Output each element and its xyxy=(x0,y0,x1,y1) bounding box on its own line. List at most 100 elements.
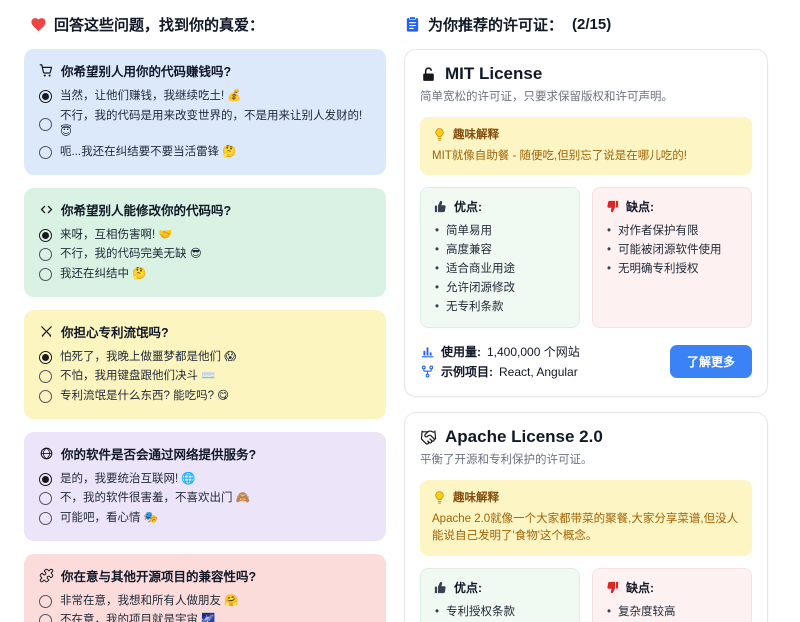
lightbulb-icon xyxy=(432,490,447,505)
question-title-text: 你希望别人能修改你的代码吗? xyxy=(61,200,231,219)
radio-option[interactable]: 非常在意，我想和所有人做朋友 🤗 xyxy=(39,593,371,610)
radio-button[interactable] xyxy=(39,390,52,403)
pros-cons-row: 优点: 简单易用 高度兼容 适合商业用途 允许闭源修改 无专利条款 缺点: xyxy=(420,187,752,328)
pros-title-row: 优点: xyxy=(433,198,567,215)
radio-option[interactable]: 不在意，我的项目就是宇宙 🌌 xyxy=(39,612,371,622)
question-title: 你担心专利流氓吗? xyxy=(39,322,371,341)
thumbs-down-icon xyxy=(605,199,620,214)
stats: 使用量: 1,400,000 个网站 示例项目: React, Angular xyxy=(420,340,580,383)
cons-item: 可能被闭源软件使用 xyxy=(605,241,739,260)
examples-label: 示例项目: xyxy=(441,363,493,380)
radio-option[interactable]: 来呀，互相伤害啊! 🤝 xyxy=(39,227,371,244)
radio-button[interactable] xyxy=(39,512,52,525)
recommendations-title: 为你推荐的许可证： (2/15) xyxy=(404,14,768,35)
pros-item: 专利授权条款 xyxy=(433,603,567,622)
cons-item: 复杂度较高 xyxy=(605,603,739,622)
radio-option[interactable]: 怕死了，我晚上做噩梦都是他们 😱 xyxy=(39,349,371,366)
radio-button[interactable] xyxy=(39,351,52,364)
pros-list: 专利授权条款 商业友好 允许闭源修改 xyxy=(433,603,567,622)
fork-icon xyxy=(420,364,435,379)
option-label: 呃...我还在纠结要不要当活雷锋 🤔 xyxy=(60,144,237,161)
pros-item: 无专利条款 xyxy=(433,298,567,317)
heart-icon xyxy=(30,16,47,33)
lightbulb-icon xyxy=(432,127,447,142)
option-label: 不怕，我用键盘跟他们决斗 ⌨️ xyxy=(60,368,216,385)
question-title: 你在意与其他开源项目的兼容性吗? xyxy=(39,566,371,585)
radio-option[interactable]: 不，我的软件很害羞，不喜欢出门 🙈 xyxy=(39,490,371,507)
cons-box: 缺点: 复杂度较高 可能与 GPL 不兼容 xyxy=(592,568,752,622)
learn-more-button[interactable]: 了解更多 xyxy=(670,345,752,378)
pros-item: 高度兼容 xyxy=(433,241,567,260)
handshake-icon xyxy=(420,429,437,446)
license-card-apache: Apache License 2.0 平衡了开源和专利保护的许可证。 趣味解释 … xyxy=(404,412,768,622)
question-title-text: 你在意与其他开源项目的兼容性吗? xyxy=(61,566,256,585)
option-label: 当然，让他们赚钱，我继续吃土! 💰 xyxy=(60,88,242,105)
cons-item: 无明确专利授权 xyxy=(605,260,739,279)
license-name-row: MIT License xyxy=(420,64,752,84)
license-name: MIT License xyxy=(445,64,542,84)
cons-title: 缺点: xyxy=(626,198,654,215)
code-icon xyxy=(39,202,54,217)
recommendations-count: (2/15) xyxy=(572,16,611,33)
radio-button[interactable] xyxy=(39,492,52,505)
pros-item: 适合商业用途 xyxy=(433,260,567,279)
radio-button[interactable] xyxy=(39,248,52,261)
usage-value: 1,400,000 个网站 xyxy=(487,343,580,360)
radio-option[interactable]: 不行，我的代码是用来改变世界的，不是用来让别人发财的! 😇 xyxy=(39,108,371,141)
radio-option[interactable]: 是的，我要统治互联网! 🌐 xyxy=(39,471,371,488)
question-title: 你希望别人能修改你的代码吗? xyxy=(39,200,371,219)
radio-option[interactable]: 不行，我的代码完美无缺 😎 xyxy=(39,246,371,263)
pros-title: 优点: xyxy=(454,579,482,596)
examples-stat: 示例项目: React, Angular xyxy=(420,363,580,380)
page: 回答这些问题，找到你的真爱： 你希望别人用你的代码赚钱吗? 当然，让他们赚钱，我… xyxy=(0,0,800,622)
radio-option[interactable]: 专利流氓是什么东西? 能吃吗? 😋 xyxy=(39,388,371,405)
pros-list: 简单易用 高度兼容 适合商业用途 允许闭源修改 无专利条款 xyxy=(433,222,567,317)
license-name: Apache License 2.0 xyxy=(445,427,603,447)
question-card-compat: 你在意与其他开源项目的兼容性吗? 非常在意，我想和所有人做朋友 🤗 不在意，我的… xyxy=(24,554,386,622)
fun-explain-title-row: 趣味解释 xyxy=(432,489,740,505)
license-card-mit: MIT License 简单宽松的许可证，只要求保留版权和许可声明。 趣味解释 … xyxy=(404,49,768,397)
pros-item: 简单易用 xyxy=(433,222,567,241)
question-title-text: 你希望别人用你的代码赚钱吗? xyxy=(61,61,231,80)
radio-button[interactable] xyxy=(39,118,52,131)
license-description: 平衡了开源和专利保护的许可证。 xyxy=(420,451,752,467)
questions-panel: 回答这些问题，找到你的真爱： 你希望别人用你的代码赚钱吗? 当然，让他们赚钱，我… xyxy=(24,12,386,614)
questions-title: 回答这些问题，找到你的真爱： xyxy=(30,14,386,35)
radio-button[interactable] xyxy=(39,595,52,608)
radio-button[interactable] xyxy=(39,90,52,103)
fun-explain-box: 趣味解释 Apache 2.0就像一个大家都带菜的聚餐,大家分享菜谱,但没人能说… xyxy=(420,480,752,556)
radio-option[interactable]: 可能吧，看心情 🎭 xyxy=(39,510,371,527)
pros-box: 优点: 简单易用 高度兼容 适合商业用途 允许闭源修改 无专利条款 xyxy=(420,187,580,328)
question-title: 你的软件是否会通过网络提供服务? xyxy=(39,444,371,463)
fun-explain-title-row: 趣味解释 xyxy=(432,126,740,142)
bar-chart-icon xyxy=(420,344,435,359)
pros-title: 优点: xyxy=(454,198,482,215)
usage-label: 使用量: xyxy=(441,343,481,360)
option-label: 怕死了，我晚上做噩梦都是他们 😱 xyxy=(60,349,236,366)
license-name-row: Apache License 2.0 xyxy=(420,427,752,447)
option-label: 不行，我的代码是用来改变世界的，不是用来让别人发财的! 😇 xyxy=(60,108,371,141)
radio-button[interactable] xyxy=(39,268,52,281)
radio-button[interactable] xyxy=(39,229,52,242)
thumbs-up-icon xyxy=(433,580,448,595)
thumbs-up-icon xyxy=(433,199,448,214)
radio-option[interactable]: 我还在纠结中 🤔 xyxy=(39,266,371,283)
cons-title-row: 缺点: xyxy=(605,198,739,215)
radio-option[interactable]: 不怕，我用键盘跟他们决斗 ⌨️ xyxy=(39,368,371,385)
radio-button[interactable] xyxy=(39,614,52,622)
question-card-network: 你的软件是否会通过网络提供服务? 是的，我要统治互联网! 🌐 不，我的软件很害羞… xyxy=(24,432,386,541)
pros-title-row: 优点: xyxy=(433,579,567,596)
option-label: 不行，我的代码完美无缺 😎 xyxy=(60,246,202,263)
stats-row: 使用量: 1,400,000 个网站 示例项目: React, Angular … xyxy=(420,340,752,383)
radio-button[interactable] xyxy=(39,146,52,159)
radio-button[interactable] xyxy=(39,473,52,486)
radio-option[interactable]: 当然，让他们赚钱，我继续吃土! 💰 xyxy=(39,88,371,105)
crossed-swords-icon xyxy=(39,324,54,339)
examples-value: React, Angular xyxy=(499,365,578,379)
question-title-text: 你担心专利流氓吗? xyxy=(61,322,169,341)
radio-option[interactable]: 呃...我还在纠结要不要当活雷锋 🤔 xyxy=(39,144,371,161)
radio-button[interactable] xyxy=(39,370,52,383)
cons-title: 缺点: xyxy=(626,579,654,596)
option-label: 专利流氓是什么东西? 能吃吗? 😋 xyxy=(60,388,229,405)
option-label: 不，我的软件很害羞，不喜欢出门 🙈 xyxy=(60,490,250,507)
